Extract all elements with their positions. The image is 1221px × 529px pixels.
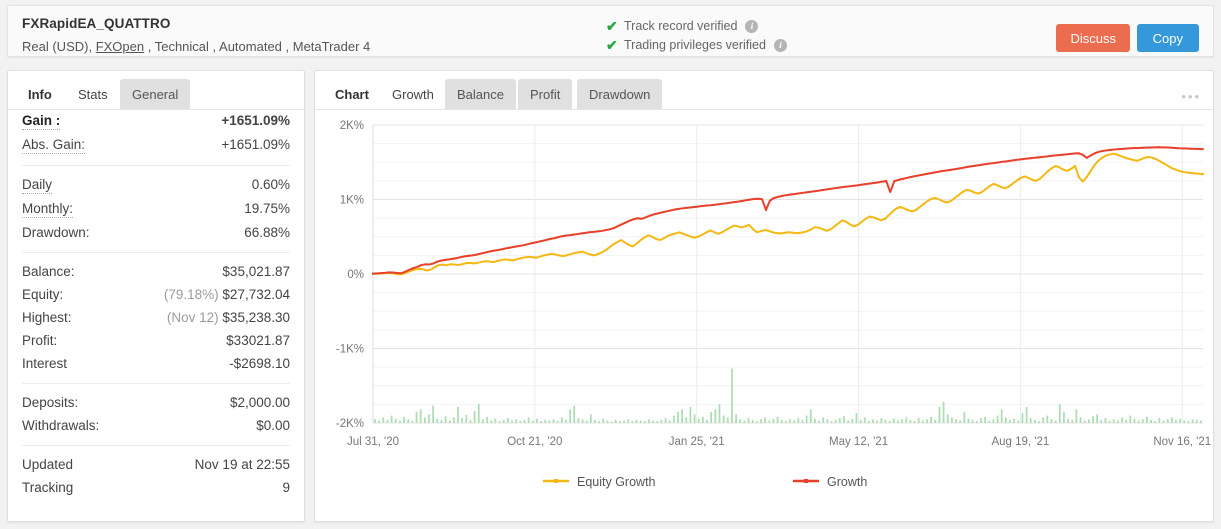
discuss-button[interactable]: Discuss (1056, 24, 1130, 52)
svg-text:Oct 21, '20: Oct 21, '20 (507, 436, 562, 448)
svg-text:Jan 25, '21: Jan 25, '21 (669, 436, 725, 448)
stat-value-amount: $35,238.30 (222, 309, 290, 325)
stat-value: 9 (282, 479, 290, 495)
stat-row-interest: Interest -$2698.10 (22, 352, 290, 375)
stat-row-equity: Equity: (79.18%) $27,732.04 (22, 283, 290, 306)
tab-info[interactable]: Info (16, 79, 64, 109)
divider (22, 165, 290, 166)
verification-label: Track record verified (624, 19, 738, 33)
growth-chart-svg: 2K% 1K% 0% -1K% -2K% Jul 31, '20 Oct 21, '20 Ja… (336, 120, 1211, 489)
stat-value: 19.75% (244, 200, 290, 216)
info-icon[interactable]: i (773, 39, 787, 52)
verification-item-trading-privileges: ✔ Trading privileges verified i (606, 36, 787, 55)
stat-value-prefix: (79.18%) (163, 286, 219, 302)
stat-value: +1651.09% (221, 136, 290, 152)
stat-value: $33021.87 (226, 332, 290, 348)
stat-label: Tracking (22, 479, 74, 495)
verification-item-track-record: ✔ Track record verified i (606, 17, 787, 36)
stat-label: Highest: (22, 309, 72, 325)
stat-value: 0.60% (251, 176, 290, 192)
stat-value: -$2698.10 (229, 355, 290, 371)
stats-tabbar: Info Stats General (8, 79, 304, 110)
stat-label: Profit: (22, 332, 58, 348)
stat-row-drawdown: Drawdown: 66.88% (22, 221, 290, 244)
svg-text:-1K%: -1K% (336, 344, 364, 356)
divider (22, 252, 290, 253)
svg-text:Nov 16, '21: Nov 16, '21 (1153, 436, 1211, 448)
stat-row-balance: Balance: $35,021.87 (22, 260, 290, 283)
stat-label: Withdrawals: (22, 417, 100, 433)
profile-page: FXRapidEA_QUATTRO Real (USD), FXOpen , T… (0, 0, 1221, 529)
copy-button[interactable]: Copy (1136, 24, 1199, 52)
stat-value: (Nov 12) $35,238.30 (167, 310, 290, 325)
stat-label: Interest (22, 355, 68, 371)
stat-row-tracking: Tracking 9 (22, 476, 290, 499)
tab-drawdown[interactable]: Drawdown (577, 79, 663, 109)
svg-text:1K%: 1K% (340, 195, 364, 207)
svg-text:May 12, '21: May 12, '21 (829, 436, 888, 448)
stat-value: $0.00 (256, 417, 290, 433)
stat-value: +1651.09% (221, 112, 290, 128)
svg-text:Growth: Growth (827, 475, 867, 489)
stat-value: 66.88% (244, 224, 290, 240)
tab-growth[interactable]: Growth (380, 79, 446, 109)
stat-value-amount: $27,732.04 (222, 286, 290, 302)
info-icon[interactable]: i (745, 20, 759, 33)
svg-text:-2K%: -2K% (336, 418, 364, 430)
stat-label: Balance: (22, 263, 75, 279)
tab-profit[interactable]: Profit (518, 79, 573, 109)
stat-label[interactable]: Drawdown: (22, 225, 90, 241)
svg-text:2K%: 2K% (340, 120, 364, 132)
verification-label: Trading privileges verified (624, 38, 766, 52)
chart-panel: Chart Growth Balance Profit Drawdown •••… (314, 70, 1214, 522)
stat-value-prefix: (Nov 12) (166, 309, 219, 325)
stat-row-gain: Gain : +1651.09% (22, 109, 290, 133)
stat-row-deposits: Deposits: $2,000.00 (22, 391, 290, 414)
divider (22, 383, 290, 384)
stat-value: $2,000.00 (229, 394, 290, 410)
svg-text:Equity Growth: Equity Growth (577, 475, 656, 489)
stat-row-withdrawals: Withdrawals: $0.00 (22, 414, 290, 437)
account-type: Real (USD), (22, 39, 96, 54)
more-options-icon[interactable]: ••• (1181, 89, 1201, 104)
stat-row-profit: Profit: $33021.87 (22, 329, 290, 352)
tab-stats[interactable]: Stats (66, 79, 120, 109)
chart-tabbar: Chart Growth Balance Profit Drawdown ••• (315, 79, 1213, 110)
svg-text:Jul 31, '20: Jul 31, '20 (347, 436, 399, 448)
broker-link[interactable]: FXOpen (96, 39, 144, 54)
tab-general[interactable]: General (120, 79, 191, 109)
account-header: FXRapidEA_QUATTRO Real (USD), FXOpen , T… (7, 5, 1214, 57)
check-icon: ✔ (606, 37, 618, 53)
tab-balance[interactable]: Balance (445, 79, 516, 109)
stat-row-updated: Updated Nov 19 at 22:55 (22, 453, 290, 476)
stat-value: $35,021.87 (222, 263, 290, 279)
page-title: FXRapidEA_QUATTRO (22, 16, 171, 31)
stats-panel: Info Stats General Gain : +1651.09% Abs.… (7, 70, 305, 522)
stat-label[interactable]: Abs. Gain: (22, 137, 86, 154)
verification-list: ✔ Track record verified i ✔ Trading priv… (606, 17, 787, 55)
check-icon: ✔ (606, 18, 618, 34)
stat-label[interactable]: Monthly: (22, 201, 74, 218)
divider (22, 445, 290, 446)
svg-text:0%: 0% (347, 269, 364, 281)
stat-label: Updated (22, 456, 74, 472)
tabbar-underline (315, 109, 1213, 110)
stat-row-abs-gain: Abs. Gain: +1651.09% (22, 133, 290, 157)
stats-list: Gain : +1651.09% Abs. Gain: +1651.09% Da… (8, 109, 304, 499)
stat-row-monthly: Monthly: 19.75% (22, 197, 290, 221)
svg-text:Aug 19, '21: Aug 19, '21 (991, 436, 1049, 448)
stat-row-highest: Highest: (Nov 12) $35,238.30 (22, 306, 290, 329)
stat-value: (79.18%) $27,732.04 (164, 287, 290, 302)
stat-label: Equity: (22, 286, 64, 302)
stat-label[interactable]: Daily (22, 177, 53, 194)
stat-value: Nov 19 at 22:55 (194, 456, 290, 472)
account-tags: , Technical , Automated , MetaTrader 4 (144, 39, 371, 54)
stat-row-daily: Daily 0.60% (22, 173, 290, 197)
account-meta: Real (USD), FXOpen , Technical , Automat… (22, 39, 370, 54)
stat-label: Deposits: (22, 394, 79, 410)
stat-label[interactable]: Gain : (22, 113, 61, 130)
growth-chart[interactable]: 2K% 1K% 0% -1K% -2K% Jul 31, '20 Oct 21, '20 Ja… (315, 111, 1213, 521)
chart-panel-title: Chart (335, 86, 369, 102)
